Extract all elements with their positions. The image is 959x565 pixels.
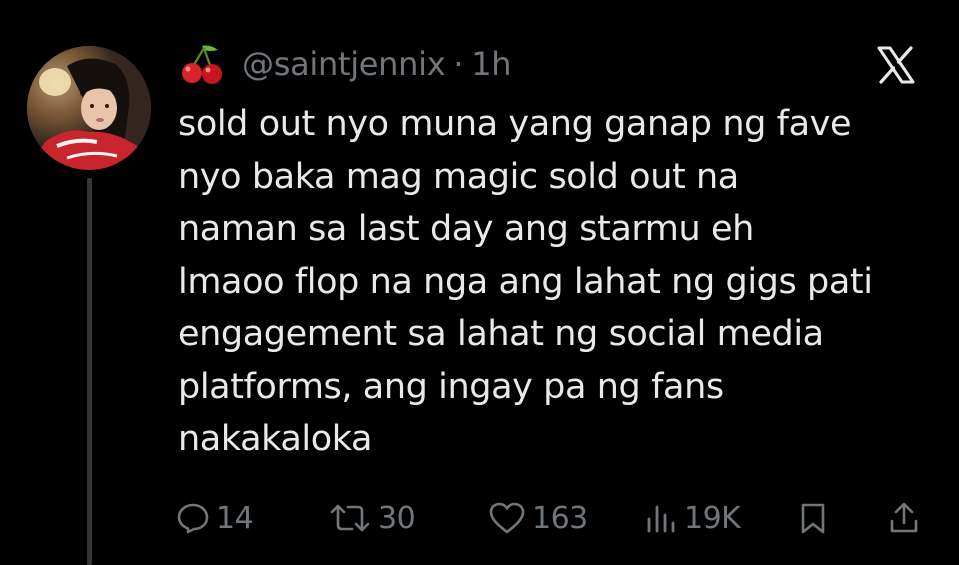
tweet-text-line: lmaoo flop na nga ang lahat ng gigs pati: [178, 261, 873, 302]
tweet-text-line: sold out nyo muna yang ganap ng fave: [178, 104, 852, 144]
thread-line: [87, 178, 92, 565]
repost-count: 30: [378, 500, 416, 536]
tweet-text-line: platforms, ang ingay pa ng fans: [178, 366, 724, 407]
share-icon: [890, 502, 918, 533]
tweet-text-line: nakakaloka: [178, 419, 373, 459]
views-icon: [647, 505, 675, 533]
tweet-timestamp[interactable]: 1h: [471, 45, 511, 83]
like-button[interactable]: 163: [488, 496, 588, 540]
share-button[interactable]: [888, 496, 926, 540]
bookmark-button[interactable]: [798, 496, 834, 540]
avatar[interactable]: [27, 46, 151, 170]
views-count: 19K: [684, 500, 741, 536]
repost-icon: [330, 504, 370, 532]
cherries-emoji-icon: [182, 45, 222, 84]
header-separator: ·: [453, 45, 464, 83]
reply-count: 14: [216, 500, 254, 536]
tweet-text-line: nyo baka mag magic sold out na: [178, 156, 739, 197]
tweet-text-line: naman sa last day ang starmu eh: [178, 209, 754, 249]
bookmark-icon: [801, 503, 825, 534]
like-count: 163: [532, 500, 588, 536]
views-button[interactable]: 19K: [644, 496, 741, 540]
x-logo-icon: [877, 46, 915, 84]
tweet-text: sold out nyo muna yang ganap ng fave nyo…: [178, 98, 938, 466]
tweet-card[interactable]: @saintjennix · 1h sold out nyo muna yang…: [0, 0, 959, 565]
heart-icon: [489, 502, 525, 534]
author-handle[interactable]: @saintjennix: [242, 45, 446, 83]
reply-button[interactable]: 14: [176, 496, 254, 540]
reply-icon: [177, 503, 209, 534]
tweet-header: @saintjennix · 1h: [180, 40, 512, 88]
tweet-text-line: engagement sa lahat ng social media: [178, 314, 824, 354]
repost-button[interactable]: 30: [328, 496, 416, 540]
tweet-actions: 14 30 163 19K: [176, 496, 936, 540]
